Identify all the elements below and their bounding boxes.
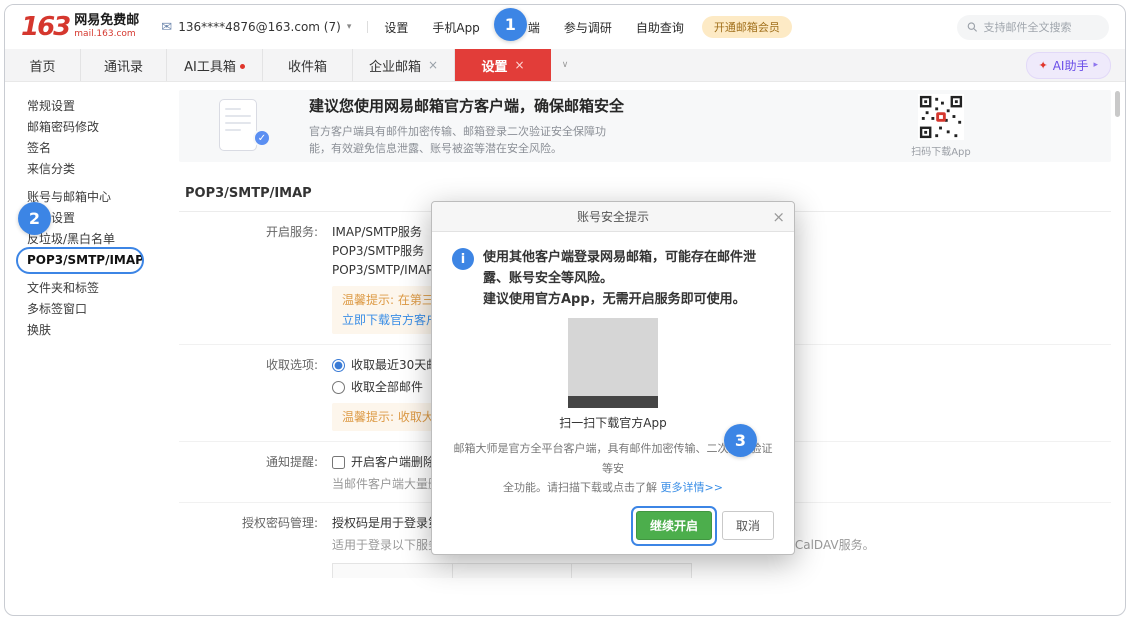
nav-settings-link[interactable]: 设置: [384, 19, 408, 36]
modal-title: 账号安全提示: [577, 208, 649, 225]
nav-self-help-link[interactable]: 自助查询: [636, 19, 684, 36]
tab-label: 通讯录: [104, 56, 143, 75]
search-input[interactable]: [984, 21, 1100, 34]
tab-ai-toolbox[interactable]: AI工具箱: [167, 49, 263, 81]
nav-survey-link[interactable]: 参与调研: [564, 19, 612, 36]
chevron-down-icon: ▾: [347, 22, 352, 32]
modal-buttons: 继续开启 取消: [432, 497, 794, 554]
banner-desc-line1: 官方客户端具有邮件加密传输、邮箱登录二次验证安全保障功: [309, 125, 606, 138]
account-security-modal: 账号安全提示 × i 使用其他客户端登录网易邮箱，可能存在邮件泄露、账号安全等风…: [431, 201, 795, 555]
banner-desc: 官方客户端具有邮件加密传输、邮箱登录二次验证安全保障功 能，有效避免信息泄露、账…: [309, 123, 911, 157]
sidebar-item-folders-tags[interactable]: 文件夹和标签: [27, 278, 163, 299]
sidebar-item-pop3-smtp-imap[interactable]: POP3/SMTP/IMAP: [27, 250, 163, 271]
fetch-all-radio[interactable]: [332, 381, 345, 394]
fetch-all-label: 收取全部邮件: [351, 379, 423, 395]
netease-mail-logo[interactable]: 163 网易免费邮 mail.163.com: [21, 14, 139, 40]
modal-body: i 使用其他客户端登录网易邮箱，可能存在邮件泄露、账号安全等风险。 建议使用官方…: [432, 232, 794, 497]
more-details-link[interactable]: 更多详情>>: [661, 481, 723, 494]
sidebar-item-mail-classify[interactable]: 来信分类: [27, 159, 163, 180]
qr-caption: 扫码下载App: [911, 143, 971, 158]
banner-desc-line2: 能，有效避免信息泄露、账号被盗等潜在安全风险。: [309, 142, 562, 155]
notify-checkbox[interactable]: [332, 456, 345, 469]
fetch-row-label: 收取选项:: [179, 357, 332, 431]
close-icon[interactable]: ×: [772, 202, 785, 232]
nav-mobile-app-link[interactable]: 手机App: [432, 19, 479, 36]
official-client-banner: ✓ 建议您使用网易邮箱官方客户端，确保邮箱安全 官方客户端具有邮件加密传输、邮箱…: [179, 90, 1111, 162]
account-dropdown[interactable]: ✉ 136****4876@163.com (7) ▾: [161, 20, 351, 35]
tab-overflow-chevron[interactable]: ∨: [551, 49, 579, 81]
qr-code-image: [918, 94, 964, 140]
sidebar-item-label: POP3/SMTP/IMAP: [27, 253, 144, 267]
warning-line1: 使用其他客户端登录网易邮箱，可能存在邮件泄露、账号安全等风险。: [483, 250, 756, 286]
sidebar-item-antispam[interactable]: 反垃圾/黑白名单: [27, 229, 163, 250]
tab-label: 企业邮箱: [369, 56, 421, 75]
modal-desc-line2: 全功能。请扫描下载或点击了解: [503, 481, 661, 494]
tab-label: 设置: [481, 56, 507, 75]
tab-label: 收件箱: [288, 56, 327, 75]
ai-assistant-button[interactable]: ✦ AI助手 ▸: [1026, 52, 1112, 79]
continue-enable-button[interactable]: 继续开启: [636, 511, 712, 540]
logo-163: 163: [21, 14, 69, 40]
service-row-label: 开启服务:: [179, 224, 332, 334]
tab-enterprise-mail[interactable]: 企业邮箱 ×: [353, 49, 455, 81]
sidebar-item-skin[interactable]: 换肤: [27, 320, 163, 341]
sparkle-icon: ✦: [1039, 59, 1048, 72]
notification-dot: [240, 64, 245, 69]
logo-name: 网易免费邮: [74, 14, 139, 29]
phone-illustration: ✓: [219, 99, 263, 153]
banner-title: 建议您使用网易邮箱官方客户端，确保邮箱安全: [309, 95, 911, 116]
app-qr-placeholder: [568, 318, 658, 408]
close-icon[interactable]: ×: [514, 58, 524, 72]
scan-caption: 扫一扫下载官方App: [452, 414, 774, 431]
sidebar-item-general[interactable]: 常规设置: [27, 96, 163, 117]
qr-placeholder-caption-strip: [568, 396, 658, 408]
envelope-icon: ✉: [161, 20, 172, 35]
nav-client-link[interactable]: 客户端 1: [504, 19, 540, 36]
tab-label: 首页: [29, 56, 55, 75]
search-icon: [967, 21, 978, 33]
tab-settings[interactable]: 设置 ×: [455, 49, 551, 81]
search-box[interactable]: [957, 15, 1109, 40]
close-icon[interactable]: ×: [428, 58, 438, 72]
auth-code-table-edge: [332, 563, 692, 578]
sidebar-item-account-center[interactable]: 账号与邮箱中心: [27, 187, 163, 208]
annotation-step-3: 3: [724, 424, 757, 457]
mail-app-window: 163 网易免费邮 mail.163.com ✉ 136****4876@163…: [4, 4, 1126, 616]
modal-titlebar: 账号安全提示 ×: [432, 202, 794, 232]
topbar: 163 网易免费邮 mail.163.com ✉ 136****4876@163…: [5, 5, 1125, 49]
modal-warning-text: 使用其他客户端登录网易邮箱，可能存在邮件泄露、账号安全等风险。 建议使用官方Ap…: [483, 248, 774, 310]
sidebar-item-multi-tab[interactable]: 多标签窗口: [27, 299, 163, 320]
auth-row-label: 授权密码管理:: [179, 515, 332, 578]
sidebar-item-password[interactable]: 邮箱密码修改: [27, 117, 163, 138]
ai-assistant-label: AI助手: [1053, 57, 1089, 74]
arrow-right-icon: ▸: [1093, 60, 1098, 70]
tabbar: 首页 通讯录 AI工具箱 收件箱 企业邮箱 × 设置 × ∨ ✦ AI助手 ▸: [5, 49, 1125, 82]
logo-domain: mail.163.com: [74, 29, 139, 39]
vip-membership-badge[interactable]: 开通邮箱会员: [702, 16, 792, 38]
annotation-step-2: 2: [18, 202, 51, 235]
check-badge-icon: ✓: [253, 129, 271, 147]
settings-sidebar: 常规设置 邮箱密码修改 签名 来信分类 账号与邮箱中心 安全设置 反垃圾/黑白名…: [5, 82, 163, 616]
annotation-step-1: 1: [494, 8, 527, 41]
scrollbar-thumb[interactable]: [1115, 91, 1120, 117]
sidebar-item-signature[interactable]: 签名: [27, 138, 163, 159]
info-icon: i: [452, 248, 474, 270]
account-email: 136****4876@163.com (7): [178, 20, 341, 34]
warning-line2: 建议使用官方App，无需开启服务即可使用。: [483, 292, 746, 307]
cancel-button[interactable]: 取消: [722, 511, 774, 540]
notify-row-label: 通知提醒:: [179, 454, 332, 492]
tab-inbox[interactable]: 收件箱: [263, 49, 353, 81]
tab-label: AI工具箱: [184, 56, 236, 75]
fetch-recent-radio[interactable]: [332, 359, 345, 372]
download-qr-block: 扫码下载App: [911, 94, 971, 158]
tab-home[interactable]: 首页: [5, 49, 81, 81]
top-nav: 设置 手机App 客户端 1 参与调研 自助查询: [384, 19, 684, 36]
tab-contacts[interactable]: 通讯录: [81, 49, 167, 81]
divider: [367, 21, 368, 33]
